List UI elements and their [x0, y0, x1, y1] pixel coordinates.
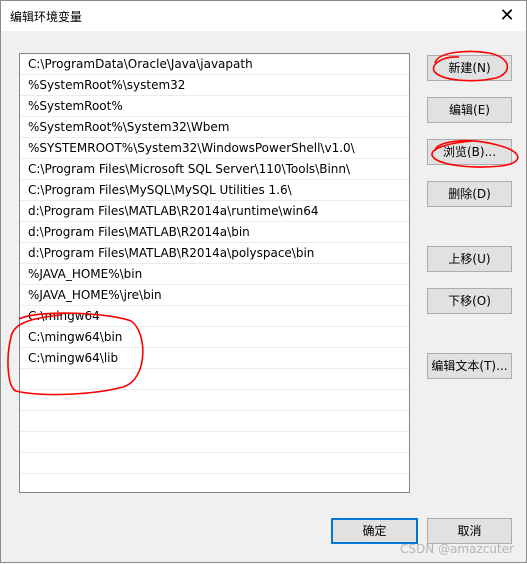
window-title: 编辑环境变量 [10, 10, 83, 24]
list-item[interactable] [20, 390, 409, 411]
move-up-button[interactable]: 上移(U) [427, 246, 512, 272]
browse-button[interactable]: 浏览(B)... [427, 139, 512, 165]
watermark-text: CSDN @amazcuter [400, 542, 514, 556]
new-button[interactable]: 新建(N) [427, 55, 512, 81]
list-item[interactable]: C:\mingw64\bin [20, 327, 409, 348]
list-item[interactable]: %JAVA_HOME%\bin [20, 264, 409, 285]
ok-button[interactable]: 确定 [331, 518, 418, 544]
list-item[interactable] [20, 432, 409, 453]
list-item[interactable]: C:\mingw64 [20, 306, 409, 327]
list-item[interactable] [20, 369, 409, 390]
list-item[interactable] [20, 453, 409, 474]
list-item[interactable]: d:\Program Files\MATLAB\R2014a\bin [20, 222, 409, 243]
cancel-button[interactable]: 取消 [427, 518, 512, 544]
list-item[interactable]: C:\Program Files\MySQL\MySQL Utilities 1… [20, 180, 409, 201]
list-item[interactable]: %SystemRoot%\System32\Wbem [20, 117, 409, 138]
edit-button[interactable]: 编辑(E) [427, 97, 512, 123]
list-item[interactable]: C:\ProgramData\Oracle\Java\javapath [20, 54, 409, 75]
list-item[interactable] [20, 474, 409, 492]
list-item[interactable]: %SystemRoot% [20, 96, 409, 117]
edit-env-var-dialog: 编辑环境变量 ✕ C:\ProgramData\Oracle\Java\java… [0, 0, 527, 563]
delete-button[interactable]: 删除(D) [427, 181, 512, 207]
close-icon[interactable]: ✕ [496, 5, 518, 27]
list-item[interactable]: d:\Program Files\MATLAB\R2014a\runtime\w… [20, 201, 409, 222]
list-item[interactable]: d:\Program Files\MATLAB\R2014a\polyspace… [20, 243, 409, 264]
list-item[interactable]: C:\mingw64\lib [20, 348, 409, 369]
edit-text-button[interactable]: 编辑文本(T)... [427, 353, 512, 379]
list-item[interactable]: %SYSTEMROOT%\System32\WindowsPowerShell\… [20, 138, 409, 159]
title-bar: 编辑环境变量 ✕ [1, 1, 526, 31]
list-item[interactable]: %JAVA_HOME%\jre\bin [20, 285, 409, 306]
list-item[interactable] [20, 411, 409, 432]
path-listbox[interactable]: C:\ProgramData\Oracle\Java\javapath %Syst… [19, 53, 410, 493]
list-item[interactable]: C:\Program Files\Microsoft SQL Server\11… [20, 159, 409, 180]
move-down-button[interactable]: 下移(O) [427, 288, 512, 314]
list-item[interactable]: %SystemRoot%\system32 [20, 75, 409, 96]
